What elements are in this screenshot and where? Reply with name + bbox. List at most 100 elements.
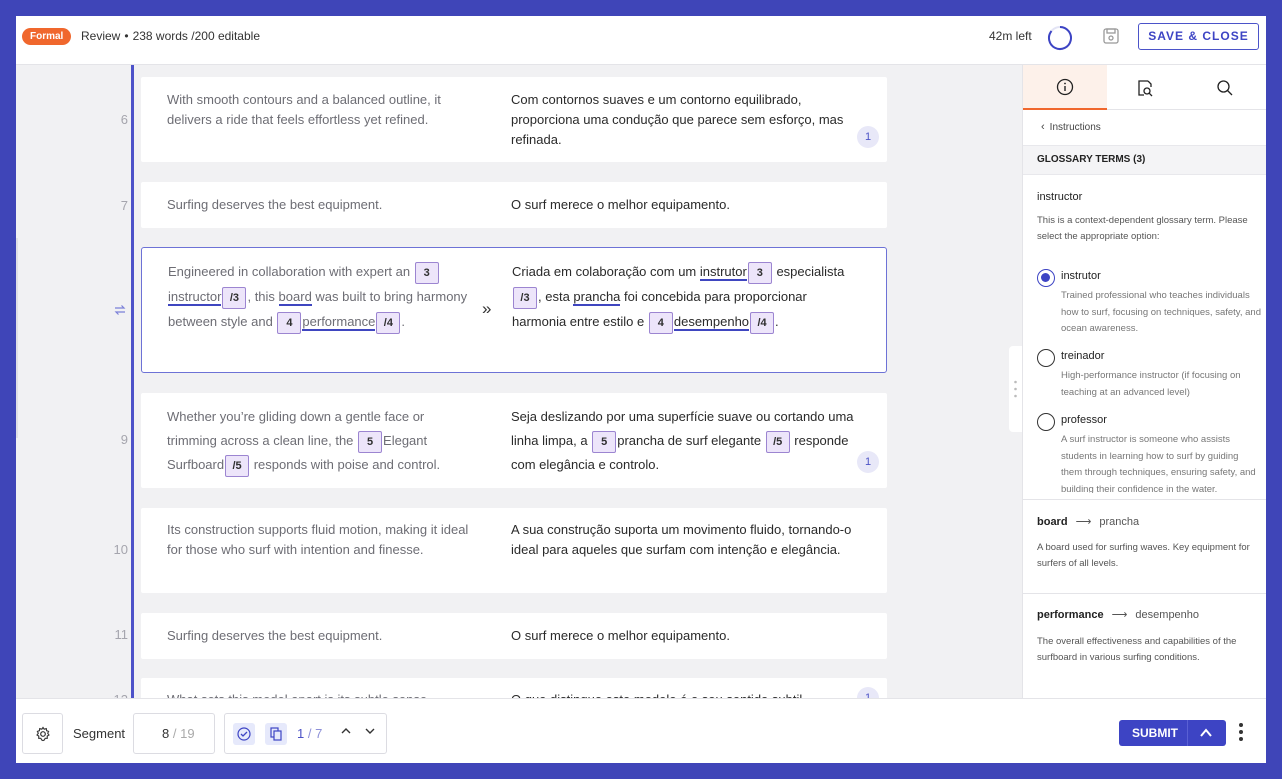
info-icon [1056, 78, 1074, 95]
drag-handle-icon [1014, 380, 1017, 398]
copy-source-icon[interactable]: » [482, 299, 491, 319]
target-text[interactable]: Seja deslizando por uma superfície suave… [511, 405, 856, 477]
inline-tag[interactable]: /4 [376, 311, 401, 334]
source-fragment: responds with poise and control. [250, 457, 441, 472]
glossary-term-desc: This is a context-dependent glossary ter… [1037, 215, 1248, 242]
segment-number: 9 [120, 432, 128, 447]
back-to-instructions[interactable]: ‹ Instructions [1041, 121, 1101, 133]
save-icon[interactable] [1102, 27, 1120, 45]
segment-row[interactable]: Surfing deserves the best equipment. O s… [141, 182, 887, 228]
chevron-up-icon[interactable] [1199, 726, 1213, 740]
source-fragment: , this [247, 289, 279, 304]
submit-button[interactable]: SUBMIT [1119, 720, 1226, 746]
glossary-pair: performance ⟶ desempenho [1037, 608, 1199, 621]
sync-icon[interactable] [113, 303, 127, 317]
glossary-option[interactable]: professor A surf instructor is someone w… [1037, 413, 1261, 493]
segment-input[interactable]: 8 / 19 [133, 713, 215, 754]
divider [1023, 499, 1266, 500]
term-target: prancha [1099, 516, 1140, 528]
inline-tag[interactable]: /5 [225, 454, 250, 477]
inline-tag[interactable]: 5 [358, 430, 383, 453]
segment-current[interactable]: 8 [162, 726, 169, 741]
separator-dot: • [124, 29, 129, 43]
target-fragment[interactable]: prancha de surf elegante [617, 433, 764, 448]
chevron-up-icon[interactable] [339, 724, 353, 738]
segment-number: 11 [114, 627, 129, 642]
inline-tag[interactable]: 5 [592, 430, 617, 453]
arrow-right-icon: ⟶ [1075, 516, 1092, 528]
tab-document-search[interactable] [1107, 65, 1183, 110]
target-text[interactable]: O surf merece o melhor equipamento. [511, 195, 856, 215]
option-desc: A surf instructor is someone who assists… [1061, 434, 1256, 493]
glossary-term[interactable]: board [278, 289, 312, 306]
inline-tag[interactable]: 4 [648, 311, 673, 334]
segment-row[interactable]: Its construction supports fluid motion, … [141, 508, 887, 593]
source-text: Engineered in collaboration with expert … [168, 259, 480, 334]
tab-info[interactable] [1023, 65, 1107, 110]
radio-selected[interactable] [1037, 269, 1055, 287]
segment-number: 6 [120, 112, 128, 127]
qa-check-button[interactable] [233, 723, 255, 745]
option-label: treinador [1061, 350, 1105, 362]
target-fragment[interactable]: . [775, 314, 779, 329]
glossary-term[interactable]: instructor [168, 289, 222, 306]
save-close-button[interactable]: SAVE & CLOSE [1138, 23, 1259, 50]
inline-tag[interactable]: /5 [765, 430, 790, 453]
segment-row[interactable]: Whether you’re gliding down a gentle fac… [141, 393, 887, 488]
source-text: Its construction supports fluid motion, … [167, 522, 469, 557]
scroll-marker [16, 238, 18, 438]
divider [1023, 593, 1266, 594]
submit-label: SUBMIT [1132, 726, 1178, 740]
divider [1187, 720, 1188, 746]
target-text[interactable]: Criada em colaboração com um instrutor 3 … [512, 259, 862, 334]
target-text[interactable]: O surf merece o melhor equipamento. [511, 626, 856, 646]
target-fragment[interactable]: especialista [773, 264, 844, 279]
settings-button[interactable] [22, 713, 63, 754]
time-progress-icon [1048, 26, 1072, 50]
source-fragment: Engineered in collaboration with expert … [168, 264, 414, 279]
side-panel: ‹ Instructions GLOSSARY TERMS (3) instruc… [1022, 65, 1266, 698]
segment-number: 7 [120, 198, 128, 213]
panel-resize-handle[interactable] [1009, 346, 1022, 432]
inline-tag[interactable]: /3 [222, 286, 247, 309]
radio-unselected[interactable] [1037, 413, 1055, 431]
stage-label: Review [81, 29, 121, 43]
comment-count-badge[interactable]: 1 [857, 451, 879, 473]
more-options-icon[interactable] [1238, 722, 1244, 742]
segment-row[interactable]: Surfing deserves the best equipment. O s… [141, 613, 887, 659]
segment-number: 10 [113, 542, 128, 557]
glossary-pair: board ⟶ prancha [1037, 515, 1139, 528]
comment-count-badge[interactable]: 1 [857, 126, 879, 148]
filter-issues-button[interactable] [265, 723, 287, 745]
gear-icon [35, 726, 50, 741]
source-text: With smooth contours and a balanced outl… [167, 92, 441, 127]
segment-rail [131, 65, 134, 698]
arrow-right-icon: ⟶ [1111, 609, 1128, 621]
documents-icon [270, 727, 282, 741]
tab-search[interactable] [1183, 65, 1266, 110]
editor-window: Formal Review • 238 words /200 editable 42… [16, 16, 1266, 763]
panel-tabs [1023, 65, 1266, 110]
source-text: Surfing deserves the best equipment. [167, 197, 383, 212]
top-bar: Formal Review • 238 words /200 editable 42… [16, 16, 1266, 65]
segment-row[interactable]: With smooth contours and a balanced outl… [141, 77, 887, 162]
inline-tag[interactable]: 3 [747, 261, 772, 284]
target-fragment[interactable]: Criada em colaboração com um [512, 264, 700, 279]
target-text[interactable]: A sua construção suporta um movimento fl… [511, 520, 856, 560]
term-source: board [1037, 516, 1068, 528]
glossary-term[interactable]: desempenho [673, 314, 750, 331]
glossary-term[interactable]: performance [302, 314, 376, 331]
target-fragment[interactable]: , esta [538, 289, 573, 304]
inline-tag[interactable]: 3 [414, 261, 439, 284]
segment-row-active[interactable]: Engineered in collaboration with expert … [141, 247, 887, 373]
glossary-term[interactable]: prancha [573, 289, 621, 306]
inline-tag[interactable]: /3 [513, 286, 537, 309]
glossary-header: GLOSSARY TERMS (3) [1023, 145, 1266, 175]
target-text[interactable]: Com contornos suaves e um contorno equil… [511, 90, 856, 150]
radio-unselected[interactable] [1037, 349, 1055, 367]
inline-tag[interactable]: 4 [277, 311, 302, 334]
chevron-down-icon[interactable] [363, 724, 377, 738]
source-text: Surfing deserves the best equipment. [167, 628, 383, 643]
inline-tag[interactable]: /4 [750, 311, 775, 334]
glossary-term[interactable]: instrutor [699, 264, 747, 281]
